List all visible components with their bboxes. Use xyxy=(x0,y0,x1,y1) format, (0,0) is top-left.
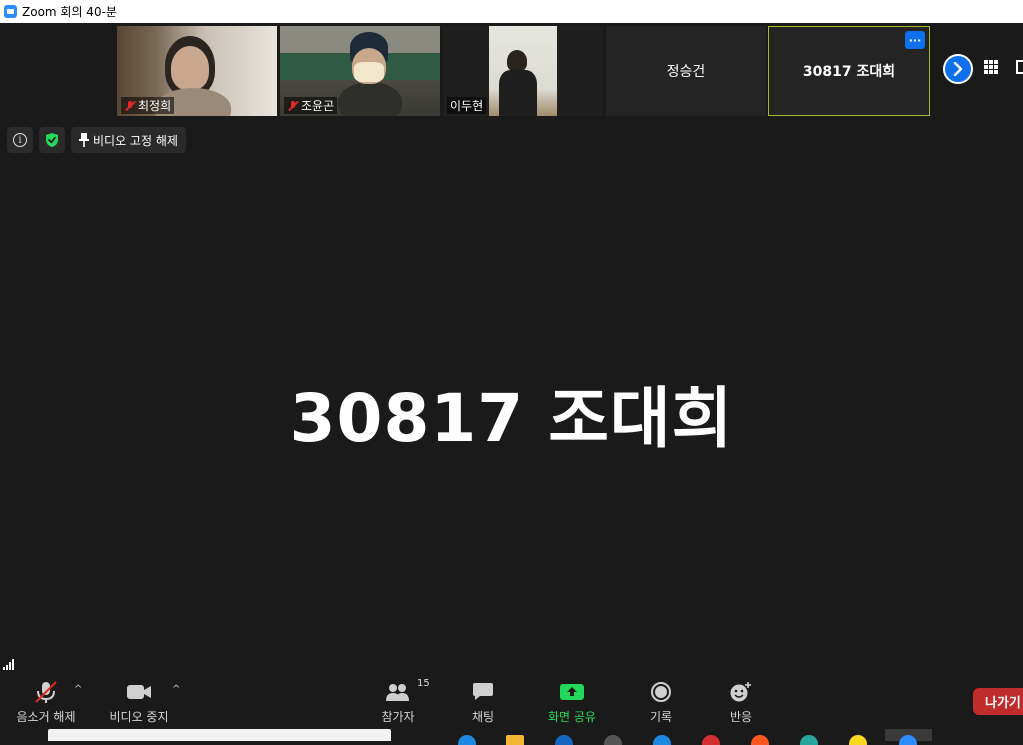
record-label: 기록 xyxy=(649,710,673,724)
unpin-video-button[interactable]: 비디오 고정 해제 xyxy=(71,127,186,153)
gallery-view-icon[interactable] xyxy=(984,60,998,74)
chat-bubble-icon xyxy=(472,680,494,704)
window-title: Zoom 회의 40-분 xyxy=(22,5,117,19)
connection-signal-icon[interactable] xyxy=(3,659,17,670)
participant-face xyxy=(171,46,209,90)
os-taskbar xyxy=(0,729,1023,745)
stop-video-button[interactable]: 비디오 중지 xyxy=(107,680,171,725)
participant-tile-3[interactable]: 이두현 xyxy=(443,26,603,116)
taskbar-search-box[interactable] xyxy=(48,729,391,741)
participant-name: 정승건 xyxy=(666,64,706,80)
app-icon[interactable] xyxy=(751,735,769,745)
participants-button[interactable]: 15 참가자 xyxy=(375,678,430,725)
record-icon xyxy=(650,680,672,704)
video-camera-icon xyxy=(126,680,152,704)
participant-body xyxy=(338,82,402,116)
leave-meeting-button[interactable]: 나가기 xyxy=(973,688,1023,715)
participants-count-badge: 15 xyxy=(417,678,430,689)
share-screen-label: 화면 공유 xyxy=(548,710,596,724)
unmute-button[interactable]: 음소거 해제 xyxy=(13,680,79,725)
participant-name: 조윤곤 xyxy=(284,97,338,114)
stop-video-label: 비디오 중지 xyxy=(109,710,169,724)
mail-icon[interactable] xyxy=(653,735,671,745)
app-icon[interactable] xyxy=(800,735,818,745)
participant-body xyxy=(499,70,537,116)
kakaotalk-icon[interactable] xyxy=(849,735,867,745)
participants-label: 참가자 xyxy=(381,710,415,724)
participant-name: 이두현 xyxy=(447,97,487,114)
meeting-info-button[interactable]: i xyxy=(7,127,33,153)
share-screen-button[interactable]: 화면 공유 xyxy=(543,680,601,725)
edge-icon[interactable] xyxy=(458,735,476,745)
shield-check-icon xyxy=(46,133,58,147)
chrome-icon[interactable] xyxy=(702,735,720,745)
zoom-app-icon xyxy=(4,5,17,18)
meeting-toolbar: 음소거 해제 ^ 비디오 중지 ^ 15 참가자 채팅 화면 공유 기록 반응 xyxy=(0,674,1023,729)
unmute-label: 음소거 해제 xyxy=(16,710,76,724)
video-options-caret[interactable]: ^ xyxy=(172,684,180,695)
mic-muted-icon xyxy=(33,680,59,704)
security-button[interactable] xyxy=(39,127,65,153)
participant-tile-1[interactable]: 최정희 xyxy=(117,26,277,116)
tile-more-button[interactable]: ··· xyxy=(905,31,925,49)
participant-strip: 최정희 조윤곤 이두현 정승건 30817 조대희 ··· xyxy=(0,23,1023,116)
audio-options-caret[interactable]: ^ xyxy=(74,684,82,695)
info-icon: i xyxy=(13,133,27,147)
participant-name: 30817 조대희 xyxy=(802,64,896,80)
window-titlebar: Zoom 회의 40-분 xyxy=(0,0,1023,23)
participant-tile-5[interactable]: 30817 조대희 ··· xyxy=(768,26,930,116)
mic-muted-icon xyxy=(287,100,299,112)
taskbar-zoom-active[interactable] xyxy=(885,729,932,745)
participant-tile-2[interactable]: 조윤곤 xyxy=(280,26,440,116)
app-icon[interactable] xyxy=(604,735,622,745)
participants-icon: 15 xyxy=(385,678,430,704)
reactions-label: 반응 xyxy=(729,710,753,724)
zoom-taskbar-icon xyxy=(899,735,917,745)
chat-button[interactable]: 채팅 xyxy=(466,680,500,725)
emoji-add-icon xyxy=(729,680,753,704)
pin-icon xyxy=(79,133,89,147)
reactions-button[interactable]: 반응 xyxy=(726,680,756,725)
active-speaker-name: 30817 조대희 xyxy=(289,380,734,457)
store-icon[interactable] xyxy=(555,735,573,745)
chevron-right-icon xyxy=(953,62,963,76)
participant-face xyxy=(507,50,527,72)
record-button[interactable]: 기록 xyxy=(646,680,676,725)
unpin-video-label: 비디오 고정 해제 xyxy=(93,133,178,148)
participant-name: 최정희 xyxy=(121,97,175,114)
participant-tile-4[interactable]: 정승건 xyxy=(606,26,766,116)
fullscreen-icon[interactable] xyxy=(1016,60,1023,74)
chat-label: 채팅 xyxy=(471,710,495,724)
mic-muted-icon xyxy=(124,100,136,112)
folder-icon[interactable] xyxy=(506,735,524,745)
face-mask xyxy=(354,62,384,82)
share-screen-icon xyxy=(559,680,585,704)
next-page-button[interactable] xyxy=(943,54,973,84)
